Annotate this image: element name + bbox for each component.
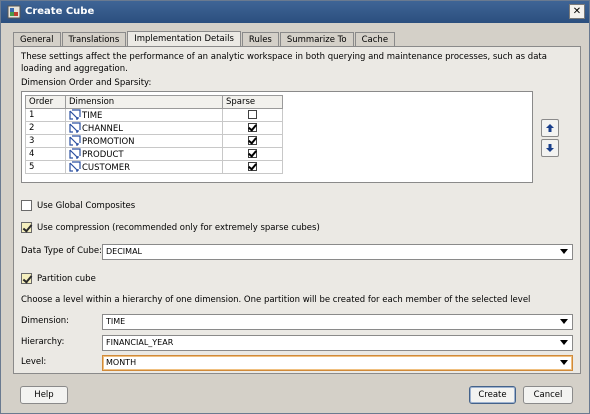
window-title: Create Cube (25, 6, 95, 17)
sparse-cell (222, 121, 283, 135)
table-header-row: Order Dimension Sparse (25, 95, 283, 109)
move-down-button[interactable] (541, 139, 559, 157)
partition-cube-label: Partition cube (37, 273, 96, 284)
compression-label: Use compression (recommended only for ex… (37, 222, 320, 233)
order-cell: 5 (25, 160, 66, 174)
chevron-down-icon (560, 249, 568, 254)
implementation-details-panel: These settings affect the performance of… (13, 46, 581, 374)
partition-help-text: Choose a level within a hierarchy of one… (21, 295, 531, 305)
sparse-checkbox[interactable] (248, 161, 257, 171)
sparse-checkbox[interactable] (248, 135, 257, 145)
dimension-cell: CHANNEL (65, 121, 223, 135)
tab-rules[interactable]: Rules (241, 32, 279, 47)
create-cube-dialog: Create Cube ✕ General Translations Imple… (0, 0, 590, 414)
dimension-order-table: Order Dimension Sparse 1 TIME 2 CHANNEL 3 PRO… (25, 95, 283, 174)
tab-implementation-details[interactable]: Implementation Details (127, 31, 241, 47)
global-composites-checkbox[interactable] (21, 200, 32, 211)
dimension-name: PRODUCT (82, 150, 124, 160)
sparse-cell (222, 108, 283, 122)
global-composites-option[interactable]: Use Global Composites (21, 200, 135, 211)
tab-general[interactable]: General (13, 32, 61, 47)
title-bar: Create Cube ✕ (1, 1, 589, 23)
move-up-button[interactable] (541, 119, 559, 137)
chevron-down-icon (560, 319, 568, 324)
hierarchy-label: Hierarchy: (21, 337, 65, 347)
dimension-icon (69, 109, 82, 121)
level-dropdown[interactable]: MONTH (102, 355, 573, 371)
order-cell: 2 (25, 121, 66, 135)
sparse-checkbox[interactable] (248, 148, 257, 158)
table-row[interactable]: 5 CUSTOMER (25, 160, 283, 174)
data-type-value: DECIMAL (106, 247, 142, 256)
level-label: Level: (21, 357, 47, 367)
sparse-checkbox[interactable] (248, 122, 257, 132)
sparse-cell (222, 134, 283, 148)
tab-translations[interactable]: Translations (61, 32, 127, 47)
column-header-sparse[interactable]: Sparse (222, 95, 283, 109)
dimension-name: PROMOTION (82, 137, 135, 147)
dimension-icon (69, 161, 82, 173)
arrow-down-icon (546, 144, 554, 152)
level-value: MONTH (106, 358, 137, 367)
dimension-cell: PRODUCT (65, 147, 223, 161)
table-row[interactable]: 3 PROMOTION (25, 134, 283, 148)
table-row[interactable]: 2 CHANNEL (25, 121, 283, 135)
arrow-up-icon (546, 124, 554, 132)
tab-cache[interactable]: Cache (354, 32, 396, 47)
cancel-button[interactable]: Cancel (523, 386, 573, 404)
chevron-down-icon (560, 340, 568, 345)
hierarchy-value: FINANCIAL_YEAR (106, 338, 174, 347)
order-cell: 4 (25, 147, 66, 161)
dimension-order-label: Dimension Order and Sparsity: (21, 78, 152, 88)
sparse-cell (222, 147, 283, 161)
global-composites-label: Use Global Composites (37, 200, 136, 211)
dimension-dropdown[interactable]: TIME (102, 314, 573, 330)
dimension-order-table-container: Order Dimension Sparse 1 TIME 2 CHANNEL 3 PRO… (21, 91, 533, 183)
dimension-name: TIME (82, 111, 103, 121)
data-type-label: Data Type of Cube: (21, 246, 102, 256)
order-cell: 1 (25, 108, 66, 122)
column-header-order[interactable]: Order (25, 95, 66, 109)
cube-app-icon (7, 5, 21, 19)
table-row[interactable]: 4 PRODUCT (25, 147, 283, 161)
dimension-name: CUSTOMER (82, 163, 131, 173)
close-icon: ✕ (572, 6, 582, 17)
tab-summarize-to[interactable]: Summarize To (279, 32, 354, 47)
dimension-cell: CUSTOMER (65, 160, 223, 174)
dimension-value: TIME (106, 317, 126, 326)
dimension-cell: PROMOTION (65, 134, 223, 148)
close-button[interactable]: ✕ (569, 4, 585, 19)
compression-option[interactable]: Use compression (recommended only for ex… (21, 222, 320, 233)
hierarchy-dropdown[interactable]: FINANCIAL_YEAR (102, 335, 573, 351)
dimension-name: CHANNEL (82, 124, 123, 134)
sparse-checkbox[interactable] (248, 109, 257, 119)
dimension-icon (69, 135, 82, 147)
help-button[interactable]: Help (20, 386, 68, 404)
dimension-label: Dimension: (21, 316, 70, 326)
table-row[interactable]: 1 TIME (25, 108, 283, 122)
partition-cube-checkbox[interactable] (21, 273, 32, 284)
chevron-down-icon (560, 360, 568, 365)
description-text: These settings affect the performance of… (21, 52, 547, 74)
order-cell: 3 (25, 134, 66, 148)
data-type-dropdown[interactable]: DECIMAL (102, 244, 573, 260)
dimension-icon (69, 122, 82, 134)
sparse-cell (222, 160, 283, 174)
partition-cube-option[interactable]: Partition cube (21, 273, 96, 284)
dimension-cell: TIME (65, 108, 223, 122)
dimension-icon (69, 148, 82, 160)
tab-strip: General Translations Implementation Deta… (13, 31, 396, 47)
create-button[interactable]: Create (469, 386, 516, 404)
compression-checkbox[interactable] (21, 222, 32, 233)
column-header-dimension[interactable]: Dimension (65, 95, 223, 109)
